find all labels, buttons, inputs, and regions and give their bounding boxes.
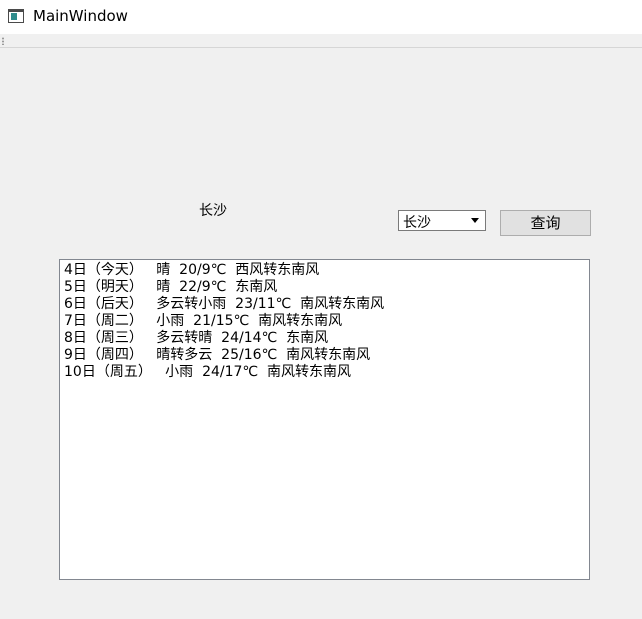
forecast-text-area[interactable]: 4日（今天） 晴 20/9℃ 西风转东南风 5日（明天） 晴 22/9℃ 东南风…	[59, 259, 590, 580]
city-label: 长沙	[199, 203, 227, 219]
toolbar-handle-icon[interactable]	[2, 37, 4, 45]
forecast-line: 8日（周三） 多云转晴 24/14℃ 东南风	[64, 330, 329, 346]
app-icon-pane	[11, 13, 17, 20]
forecast-line: 6日（后天） 多云转小雨 23/11℃ 南风转东南风	[64, 296, 385, 312]
chevron-down-icon	[471, 218, 479, 223]
forecast-line: 7日（周二） 小雨 21/15℃ 南风转东南风	[64, 313, 343, 329]
city-combobox[interactable]: 长沙	[398, 210, 486, 231]
toolbar	[0, 34, 642, 48]
forecast-line: 10日（周五） 小雨 24/17℃ 南风转东南风	[64, 364, 352, 380]
app-window-icon	[8, 9, 24, 23]
title-bar[interactable]: MainWindow	[0, 0, 642, 34]
main-window: MainWindow 长沙 长沙 查询 4日（今天） 晴 20/9℃ 西风转东南…	[0, 0, 642, 619]
forecast-line: 9日（周四） 晴转多云 25/16℃ 南风转东南风	[64, 347, 371, 363]
window-title: MainWindow	[33, 7, 128, 25]
app-icon-bar	[9, 10, 23, 12]
combo-value: 长沙	[403, 215, 431, 231]
forecast-line: 4日（今天） 晴 20/9℃ 西风转东南风	[64, 262, 320, 278]
query-button[interactable]: 查询	[500, 210, 591, 236]
forecast-line: 5日（明天） 晴 22/9℃ 东南风	[64, 279, 278, 295]
